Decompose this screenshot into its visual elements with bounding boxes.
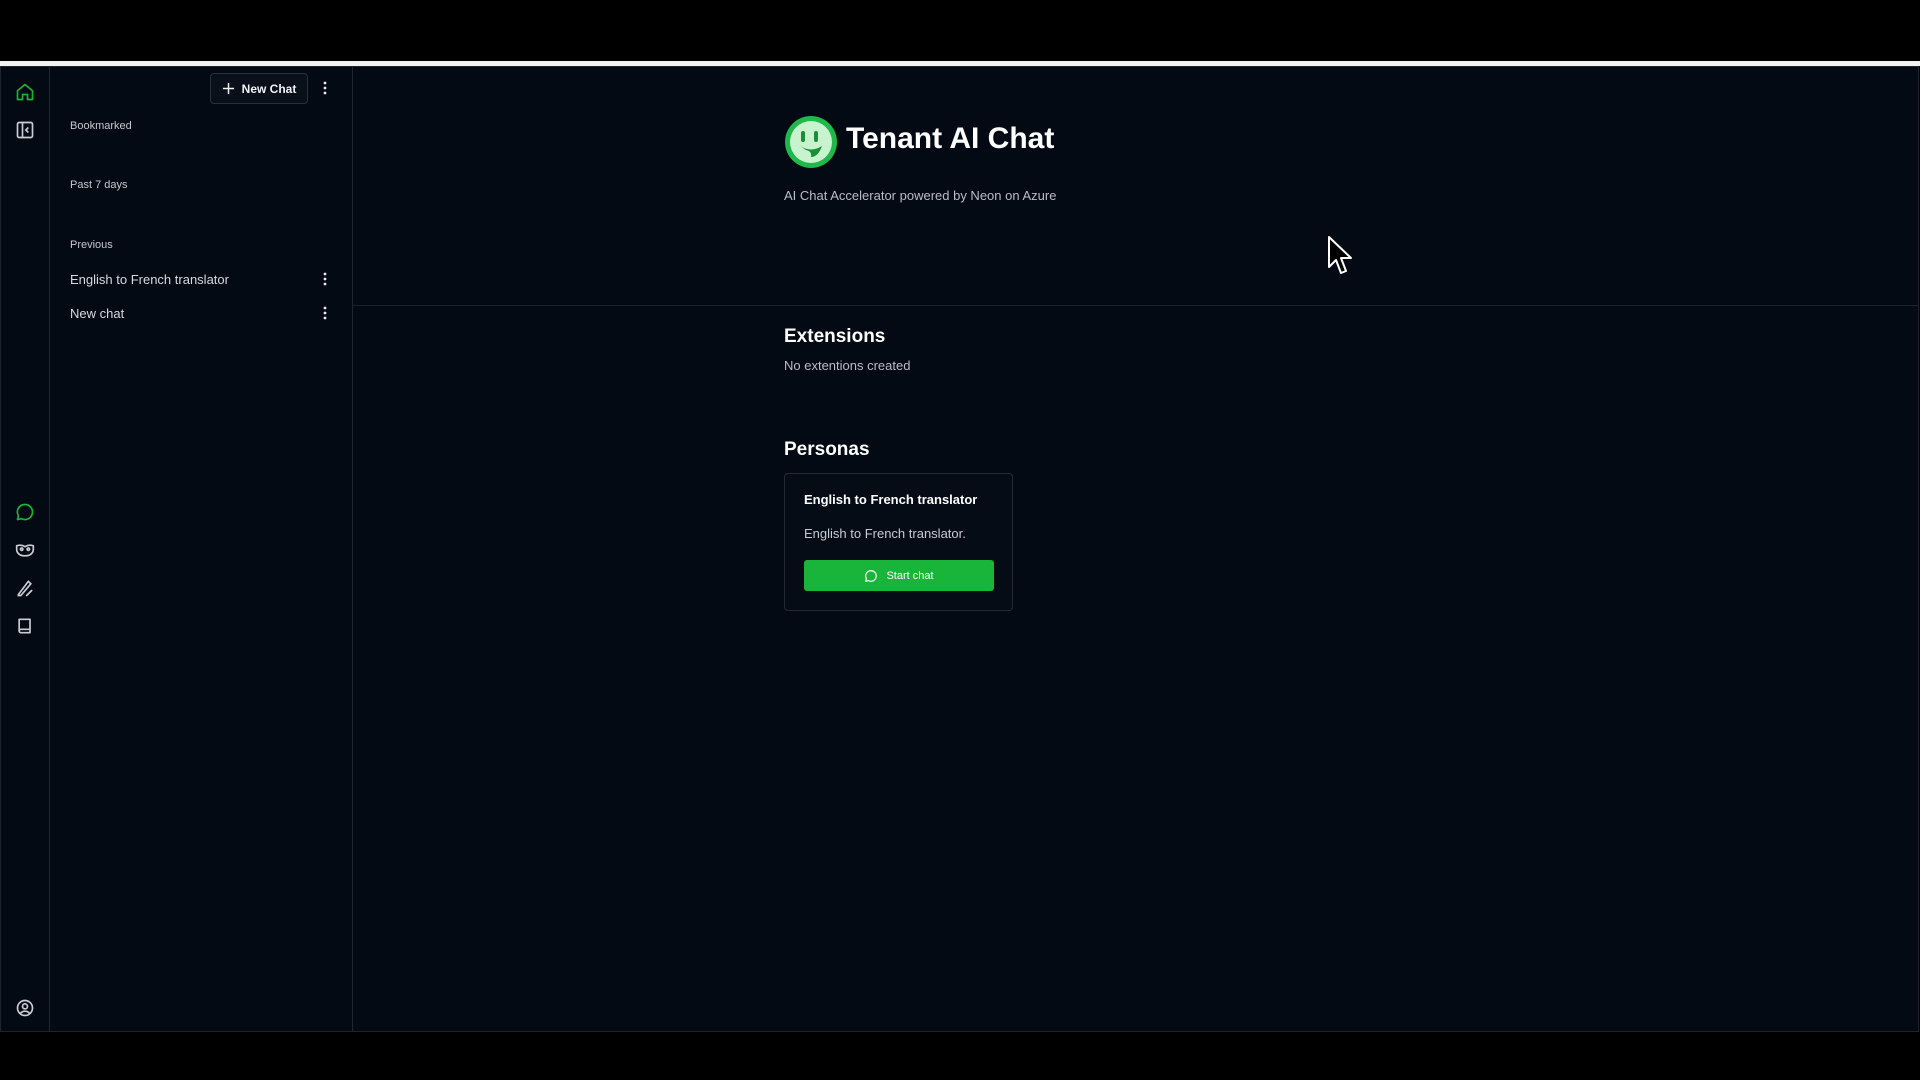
chat-item-more-icon[interactable] xyxy=(316,303,334,323)
home-icon[interactable] xyxy=(14,81,36,103)
icon-rail xyxy=(1,67,50,1031)
mouse-cursor-icon xyxy=(1328,236,1352,274)
chat-sidebar: New Chat Bookmarked Past 7 days Previous… xyxy=(50,67,353,1031)
extensions-heading: Extensions xyxy=(784,326,886,347)
top-black-bar xyxy=(0,0,1920,61)
start-chat-button[interactable]: Start chat xyxy=(804,560,994,591)
user-profile-icon[interactable] xyxy=(14,997,36,1019)
page-title: Tenant AI Chat xyxy=(846,122,1055,155)
app-logo-icon xyxy=(785,116,837,168)
new-chat-label: New Chat xyxy=(241,81,297,96)
bottom-black-bar xyxy=(0,1032,1920,1080)
persona-name: English to French translator xyxy=(804,492,978,507)
app-window: New Chat Bookmarked Past 7 days Previous… xyxy=(0,66,1919,1032)
chat-icon[interactable] xyxy=(14,501,36,523)
chat-bubble-icon xyxy=(865,569,878,582)
book-icon[interactable] xyxy=(14,615,36,637)
personas-heading: Personas xyxy=(784,439,870,460)
persona-card: English to French translator English to … xyxy=(784,473,1013,611)
chat-item-label: English to French translator xyxy=(70,271,229,287)
chat-item-label: New chat xyxy=(70,305,125,321)
section-past-7-days: Past 7 days xyxy=(70,179,128,191)
page-subtitle: AI Chat Accelerator powered by Neon on A… xyxy=(784,188,1057,203)
section-bookmarked: Bookmarked xyxy=(70,120,132,132)
main-content: Tenant AI Chat AI Chat Accelerator power… xyxy=(353,67,1918,1031)
extensions-empty-text: No extentions created xyxy=(784,358,911,373)
new-chat-button[interactable]: New Chat xyxy=(210,73,308,104)
start-chat-label: Start chat xyxy=(886,569,934,582)
chat-list-item[interactable]: English to French translator xyxy=(70,265,342,293)
chat-item-more-icon[interactable] xyxy=(316,269,334,289)
sidebar-more-icon[interactable] xyxy=(316,78,334,98)
persona-description: English to French translator. xyxy=(804,526,966,541)
plus-icon xyxy=(222,82,234,95)
hero-divider xyxy=(353,305,1918,306)
chat-list-item[interactable]: New chat xyxy=(70,299,342,327)
persona-mask-icon[interactable] xyxy=(14,539,36,561)
prompts-icon[interactable] xyxy=(14,577,36,599)
sidebar-toggle-icon[interactable] xyxy=(14,119,36,141)
section-previous: Previous xyxy=(70,239,113,251)
